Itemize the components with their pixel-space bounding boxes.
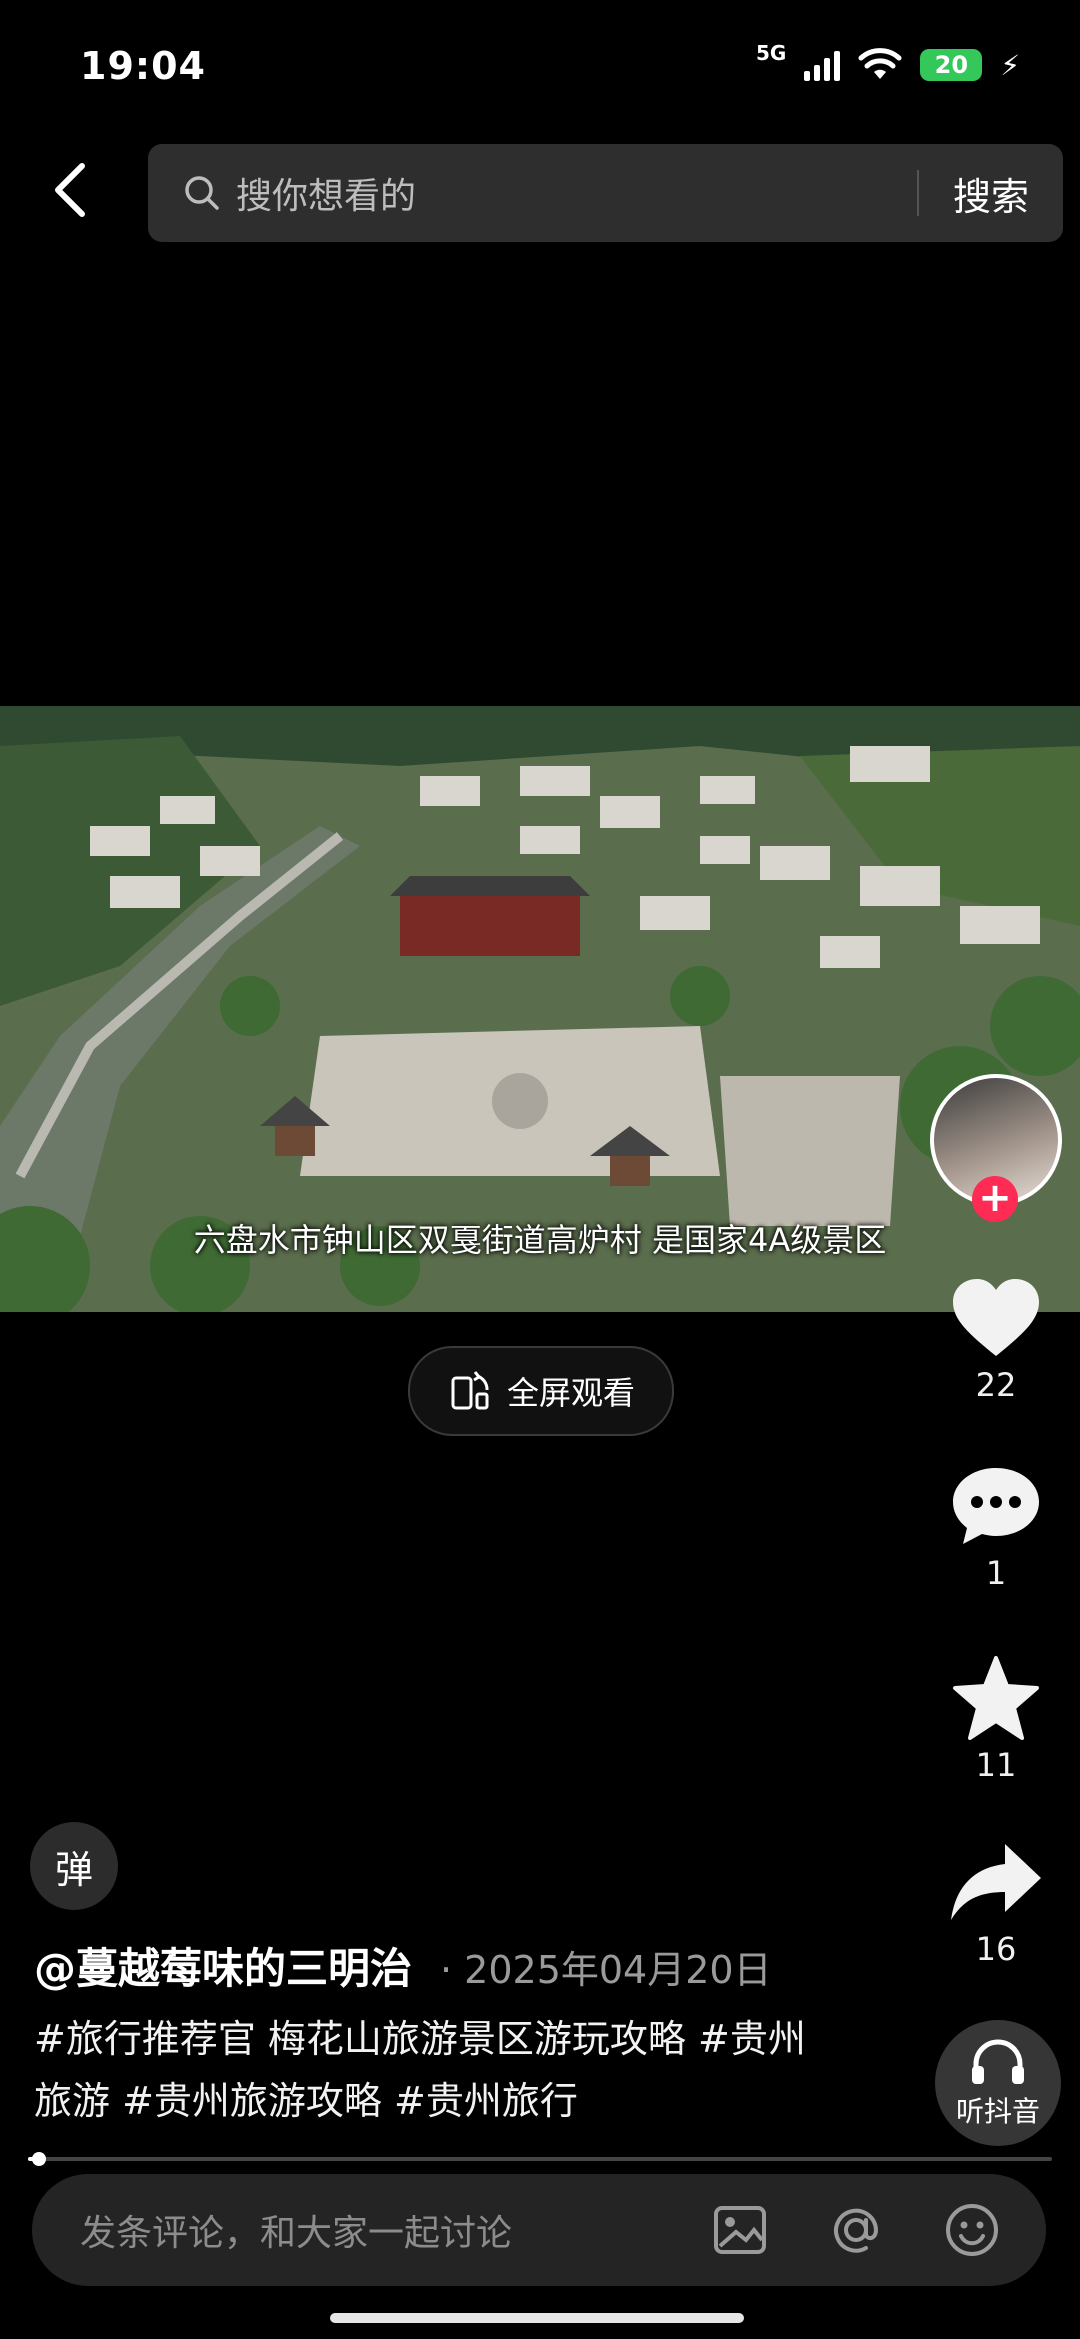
emoji-icon[interactable] <box>942 2200 1002 2260</box>
like-button[interactable]: 22 <box>940 1276 1052 1404</box>
heart-icon <box>953 1279 1039 1356</box>
signal-icon <box>804 49 841 81</box>
share-count: 16 <box>975 1930 1017 1968</box>
author-avatar-container[interactable]: + <box>930 1074 1062 1222</box>
back-icon[interactable] <box>48 160 92 220</box>
home-indicator[interactable] <box>330 2313 744 2323</box>
listen-button[interactable]: 听抖音 <box>935 2020 1061 2146</box>
status-icons: 5G 20 ⚡ <box>756 41 1020 82</box>
at-icon[interactable] <box>826 2200 886 2260</box>
comment-bar[interactable]: 发条评论，和大家一起讨论 <box>32 2174 1046 2286</box>
star-icon <box>953 1656 1039 1740</box>
progress-handle[interactable] <box>32 2152 47 2166</box>
comment-count: 1 <box>985 1554 1007 1592</box>
rotate-icon <box>451 1371 489 1410</box>
follow-button[interactable]: + <box>972 1176 1018 1222</box>
danmaku-toggle[interactable]: 弹 <box>30 1822 118 1910</box>
fullscreen-label: 全屏观看 <box>506 1374 635 1412</box>
share-icon <box>951 1844 1041 1920</box>
comment-button[interactable]: 1 <box>940 1464 1052 1592</box>
favorite-count: 11 <box>975 1746 1017 1784</box>
share-button[interactable]: 16 <box>940 1840 1052 1968</box>
post-meta: @蔓越莓味的三明治 · 2025年04月20日 <box>34 1935 772 1996</box>
search-button[interactable]: 搜索 <box>919 166 1063 221</box>
wifi-icon <box>858 48 902 79</box>
favorite-button[interactable]: 11 <box>940 1656 1052 1784</box>
fullscreen-button[interactable]: 全屏观看 <box>408 1346 674 1436</box>
charging-icon: ⚡ <box>1000 48 1020 82</box>
headphones-icon <box>972 2039 1024 2084</box>
search-input[interactable]: 搜你想看的 <box>236 167 917 219</box>
comment-input[interactable]: 发条评论，和大家一起讨论 <box>80 2204 710 2256</box>
author-name[interactable]: @蔓越莓味的三明治 <box>34 1935 412 1996</box>
network-type: 5G <box>755 41 787 65</box>
image-icon[interactable] <box>710 2200 770 2260</box>
video-subtitle: 六盘水市钟山区双戛街道高炉村 是国家4A级景区 <box>193 1221 887 1259</box>
post-date: · 2025年04月20日 <box>440 1948 772 1992</box>
comment-icon <box>953 1468 1039 1544</box>
danmaku-label: 弹 <box>54 1847 93 1892</box>
like-count: 22 <box>975 1366 1017 1404</box>
video-progress-bar[interactable] <box>28 2152 1052 2166</box>
search-icon <box>185 176 219 210</box>
post-description[interactable]: #旅行推荐官 梅花山旅游景区游玩攻略 #贵州旅游 #贵州旅游攻略 #贵州旅行 <box>34 2008 834 2132</box>
battery-indicator: 20 <box>920 49 983 81</box>
status-time: 19:04 <box>80 44 206 88</box>
listen-label: 听抖音 <box>955 2095 1040 2128</box>
search-bar[interactable]: 搜你想看的 搜索 <box>148 144 1063 242</box>
